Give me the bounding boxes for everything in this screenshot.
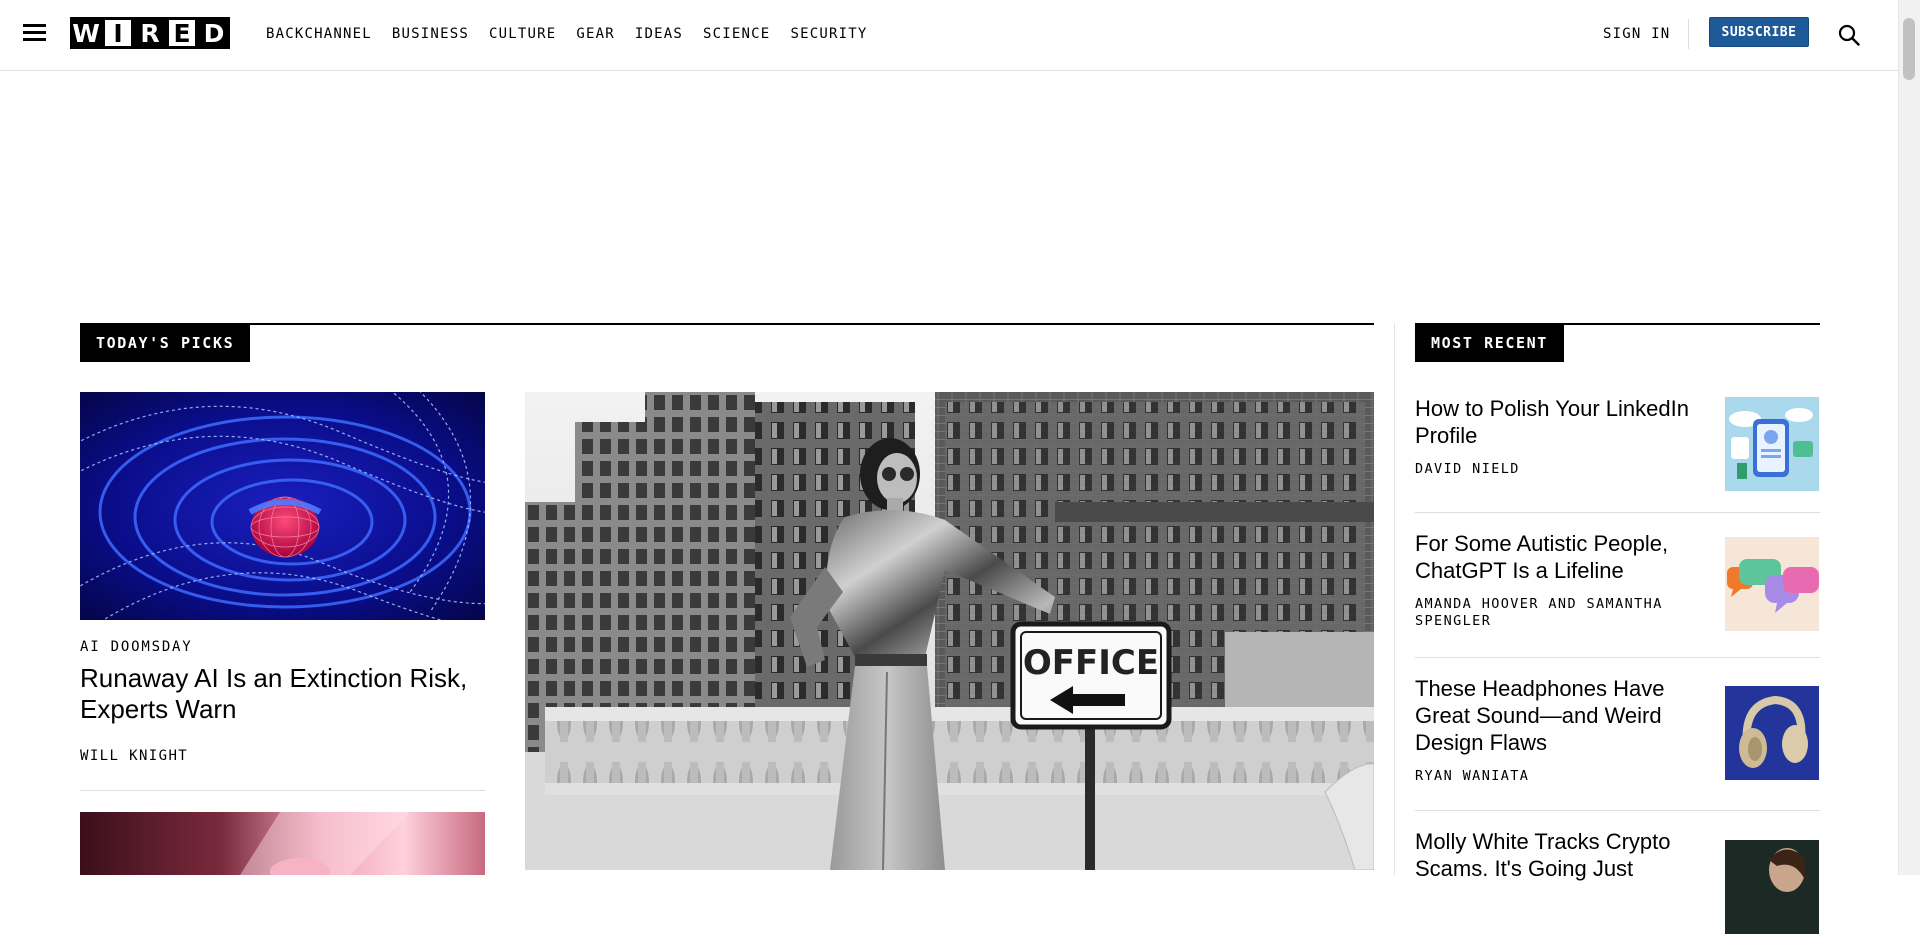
story-divider: [80, 790, 485, 791]
most-recent-divider: [1415, 512, 1820, 513]
logo-letter: E: [166, 17, 198, 49]
scrollbar-thumb[interactable]: [1903, 18, 1915, 80]
nav-gear[interactable]: GEAR: [576, 26, 615, 42]
profile-illustration: [1725, 397, 1819, 491]
most-recent-byline[interactable]: AMANDA HOOVER AND SAMANTHA SPENGLER: [1415, 596, 1665, 630]
wired-logo[interactable]: W I R E D: [70, 17, 230, 49]
site-header: W I R E D BACKCHANNEL BUSINESS CULTURE G…: [0, 0, 1898, 71]
nav-security[interactable]: SECURITY: [790, 26, 867, 42]
nav-science[interactable]: SCIENCE: [703, 26, 770, 42]
most-recent-thumb-molly-white[interactable]: [1725, 840, 1819, 934]
speech-bubbles-illustration: [1725, 537, 1819, 631]
main-nav: BACKCHANNEL BUSINESS CULTURE GEAR IDEAS …: [266, 26, 887, 42]
story-byline[interactable]: WILL KNIGHT: [80, 748, 188, 764]
most-recent-thumb-chatgpt[interactable]: [1725, 537, 1819, 631]
subscribe-button[interactable]: SUBSCRIBE: [1709, 17, 1809, 47]
most-recent-headline[interactable]: Molly White Tracks Crypto Scams. It's Go…: [1415, 828, 1705, 882]
header-divider: [1688, 19, 1689, 49]
portrait-photo: [1725, 840, 1819, 934]
most-recent-label: MOST RECENT: [1415, 324, 1564, 362]
story-image-2[interactable]: [80, 812, 485, 875]
headphones-photo: [1725, 686, 1819, 780]
most-recent-headline[interactable]: These Headphones Have Great Sound—and We…: [1415, 675, 1705, 756]
office-sign-text: OFFICE: [1023, 643, 1159, 683]
story-rubric[interactable]: AI DOOMSDAY: [80, 639, 193, 655]
story-image-ai-doomsday[interactable]: [80, 392, 485, 620]
most-recent-headline[interactable]: How to Polish Your LinkedIn Profile: [1415, 395, 1705, 449]
logo-letter: R: [134, 17, 166, 49]
nav-business[interactable]: BUSINESS: [392, 26, 469, 42]
todays-picks-label: TODAY'S PICKS: [80, 324, 251, 362]
most-recent-thumb-linkedin[interactable]: [1725, 397, 1819, 491]
menu-icon[interactable]: [23, 24, 46, 44]
most-recent-thumb-headphones[interactable]: [1725, 686, 1819, 780]
logo-letter: D: [198, 17, 230, 49]
most-recent-byline[interactable]: RYAN WANIATA: [1415, 768, 1665, 785]
page-scrollbar[interactable]: [1898, 0, 1920, 875]
nav-ideas[interactable]: IDEAS: [635, 26, 683, 42]
sign-in-link[interactable]: SIGN IN: [1603, 26, 1670, 42]
search-icon[interactable]: [1838, 24, 1860, 46]
nav-backchannel[interactable]: BACKCHANNEL: [266, 26, 372, 42]
most-recent-byline[interactable]: DAVID NIELD: [1415, 461, 1665, 478]
hero-story-image[interactable]: OFFICE: [525, 392, 1374, 870]
pink-abstract-image: [80, 812, 485, 875]
logo-letter: I: [102, 17, 134, 49]
most-recent-headline[interactable]: For Some Autistic People, ChatGPT Is a L…: [1415, 530, 1705, 584]
logo-letter: W: [70, 17, 102, 49]
wireframe-image: [80, 392, 485, 620]
nav-culture[interactable]: CULTURE: [489, 26, 556, 42]
woman-rooftop-photo: OFFICE: [525, 392, 1374, 870]
story-headline[interactable]: Runaway AI Is an Extinction Risk, Expert…: [80, 663, 480, 725]
todays-picks-rule: [80, 323, 1374, 325]
most-recent-divider: [1415, 657, 1820, 658]
column-divider: [1394, 323, 1395, 875]
most-recent-divider: [1415, 810, 1820, 811]
